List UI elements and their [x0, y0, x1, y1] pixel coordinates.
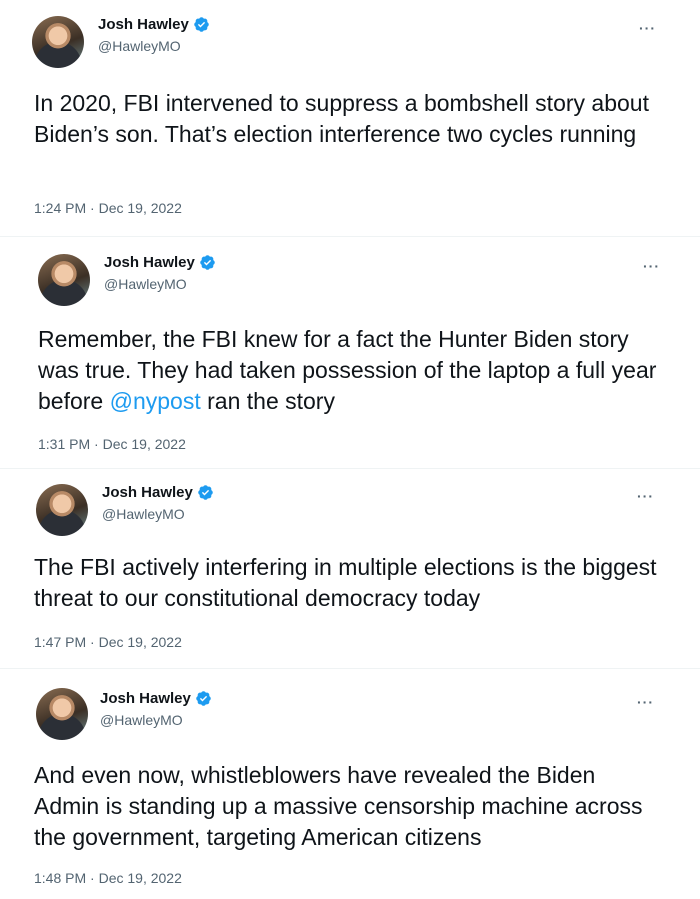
avatar[interactable]: [38, 254, 90, 306]
divider: [0, 668, 700, 669]
author-handle[interactable]: @HawleyMO: [104, 276, 187, 292]
author-row: Josh Hawley: [98, 16, 210, 33]
verified-badge-icon: [196, 691, 211, 706]
tweet-timestamp[interactable]: 1:48 PM · Dec 19, 2022: [34, 870, 182, 886]
author-row: Josh Hawley: [104, 254, 216, 271]
more-horizontal-icon[interactable]: ···: [637, 488, 654, 504]
tweet-text-part: And even now, whistleblowers have reveal…: [34, 762, 643, 850]
more-horizontal-icon[interactable]: ···: [643, 258, 660, 274]
tweet-3[interactable]: Josh Hawley @HawleyMO ··· The FBI active…: [14, 482, 674, 662]
tweet-text: Remember, the FBI knew for a fact the Hu…: [38, 324, 668, 417]
avatar[interactable]: [32, 16, 84, 68]
tweet-text: The FBI actively interfering in multiple…: [34, 552, 664, 614]
divider: [0, 468, 700, 469]
verified-badge-icon: [200, 255, 215, 270]
more-horizontal-icon[interactable]: ···: [639, 20, 656, 36]
tweet-timestamp[interactable]: 1:31 PM · Dec 19, 2022: [38, 436, 186, 452]
author-name[interactable]: Josh Hawley: [102, 484, 193, 501]
author-name[interactable]: Josh Hawley: [104, 254, 195, 271]
author-name[interactable]: Josh Hawley: [98, 16, 189, 33]
tweet-2[interactable]: Josh Hawley @HawleyMO ··· Remember, the …: [14, 252, 674, 457]
author-row: Josh Hawley: [102, 484, 214, 501]
divider: [0, 236, 700, 237]
tweet-text: In 2020, FBI intervened to suppress a bo…: [34, 88, 664, 150]
tweet-timestamp[interactable]: 1:24 PM · Dec 19, 2022: [34, 200, 182, 216]
tweet-text-part: ran the story: [200, 388, 335, 414]
tweet-4[interactable]: Josh Hawley @HawleyMO ··· And even now, …: [14, 688, 674, 893]
tweet-1[interactable]: Josh Hawley @HawleyMO ··· In 2020, FBI i…: [14, 14, 674, 224]
avatar[interactable]: [36, 484, 88, 536]
avatar[interactable]: [36, 688, 88, 740]
tweet-text-part: The FBI actively interfering in multiple…: [34, 554, 657, 611]
tweet-text-part: In 2020, FBI intervened to suppress a bo…: [34, 90, 649, 147]
verified-badge-icon: [198, 485, 213, 500]
author-handle[interactable]: @HawleyMO: [100, 712, 183, 728]
author-row: Josh Hawley: [100, 690, 212, 707]
author-name[interactable]: Josh Hawley: [100, 690, 191, 707]
tweet-timestamp[interactable]: 1:47 PM · Dec 19, 2022: [34, 634, 182, 650]
author-handle[interactable]: @HawleyMO: [98, 38, 181, 54]
more-horizontal-icon[interactable]: ···: [637, 694, 654, 710]
tweet-text: And even now, whistleblowers have reveal…: [34, 760, 664, 853]
mention-link[interactable]: @nypost: [110, 388, 201, 414]
verified-badge-icon: [194, 17, 209, 32]
author-handle[interactable]: @HawleyMO: [102, 506, 185, 522]
